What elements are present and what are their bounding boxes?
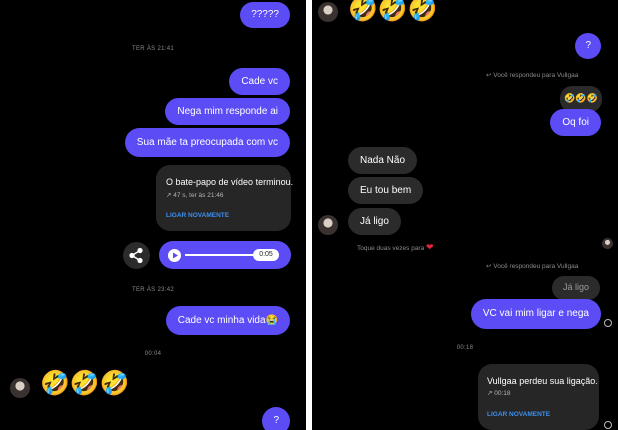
message-bubble[interactable]: ? xyxy=(575,33,601,59)
avatar[interactable] xyxy=(318,215,338,235)
timestamp: TER ÀS 23:42 xyxy=(132,287,174,293)
audio-message[interactable]: 0:05 xyxy=(159,241,291,269)
seen-check-icon xyxy=(604,421,612,429)
message-text: Cade vc minha vida😭 xyxy=(177,314,278,326)
timestamp: 00:18 xyxy=(456,345,474,351)
message-text: ? xyxy=(585,40,591,51)
message-bubble[interactable]: Oq foi xyxy=(550,109,601,136)
audio-progress-track[interactable] xyxy=(185,254,253,256)
message-bubble[interactable]: Já ligo xyxy=(348,208,401,235)
audio-duration: 0:05 xyxy=(253,249,279,261)
message-text: Nada Não xyxy=(360,154,406,166)
seen-check-icon xyxy=(604,319,612,327)
message-bubble[interactable]: ????? xyxy=(240,2,290,28)
call-subtitle: ↗ 00:18 xyxy=(487,390,511,397)
message-bubble[interactable]: Nega mim responde ai xyxy=(165,98,290,125)
message-bubble[interactable]: Cade vc minha vida😭 xyxy=(165,306,290,335)
timestamp: TER ÀS 21:41 xyxy=(132,46,174,52)
double-tap-hint: Toque duas vezes para ❤ xyxy=(357,242,434,252)
message-text: VC vai mim ligar e nega xyxy=(482,308,589,319)
message-text: ? xyxy=(273,415,279,426)
message-text: Já ligo xyxy=(360,215,389,227)
call-again-link[interactable]: LIGAR NOVAMENTE xyxy=(166,212,229,219)
play-icon xyxy=(173,252,178,259)
missed-call-card: Vullgaa perdeu sua ligação. ↗ 00:18 LIGA… xyxy=(478,364,599,430)
call-title: Vullgaa perdeu sua ligação. xyxy=(487,376,598,386)
message-bubble[interactable]: ? xyxy=(262,407,290,430)
emoji-message[interactable]: 🤣🤣🤣 xyxy=(348,0,438,23)
message-bubble[interactable]: Cade vc xyxy=(229,68,290,95)
message-text: Oq foi xyxy=(562,116,589,128)
call-subtitle: ↗ 47 s, ter às 21:46 xyxy=(166,192,224,199)
message-text: ????? xyxy=(251,9,279,20)
avatar[interactable] xyxy=(10,378,30,398)
share-button[interactable] xyxy=(123,242,150,269)
seen-avatar xyxy=(602,238,613,249)
share-icon xyxy=(129,247,143,264)
chat-panel-right: 🤣🤣🤣 ? ↩ Você respondeu para Vullgaa 🤣🤣🤣 … xyxy=(312,0,618,430)
timestamp: 00:04 xyxy=(144,351,162,357)
video-call-ended-card: O bate-papo de vídeo terminou. ↗ 47 s, t… xyxy=(156,165,294,231)
reply-note: ↩ Você respondeu para Vullgaa xyxy=(486,72,579,79)
avatar[interactable] xyxy=(318,2,338,22)
emoji-message[interactable]: 🤣🤣🤣 xyxy=(40,371,130,397)
play-button[interactable] xyxy=(168,249,181,262)
call-title: O bate-papo de vídeo terminou. xyxy=(166,177,294,187)
message-bubble[interactable]: Nada Não xyxy=(348,147,418,174)
reply-note: ↩ Você respondeu para Vullgaa xyxy=(486,263,579,270)
message-bubble[interactable]: Eu tou bem xyxy=(348,177,424,204)
quoted-message[interactable]: Já ligo xyxy=(552,276,600,300)
message-bubble[interactable]: Sua mãe ta preocupada com vc xyxy=(124,128,290,157)
heart-icon: ❤ xyxy=(426,242,434,252)
call-again-link[interactable]: LIGAR NOVAMENTE xyxy=(487,411,550,418)
chat-panel-left: ????? TER ÀS 21:41 Cade vc Nega mim resp… xyxy=(0,0,306,430)
message-bubble[interactable]: VC vai mim ligar e nega xyxy=(470,299,601,329)
message-text: Sua mãe ta preocupada com vc xyxy=(136,136,278,148)
message-text: Eu tou bem xyxy=(360,184,412,196)
message-text: Nega mim responde ai xyxy=(177,105,278,117)
message-text: Cade vc xyxy=(241,75,278,87)
